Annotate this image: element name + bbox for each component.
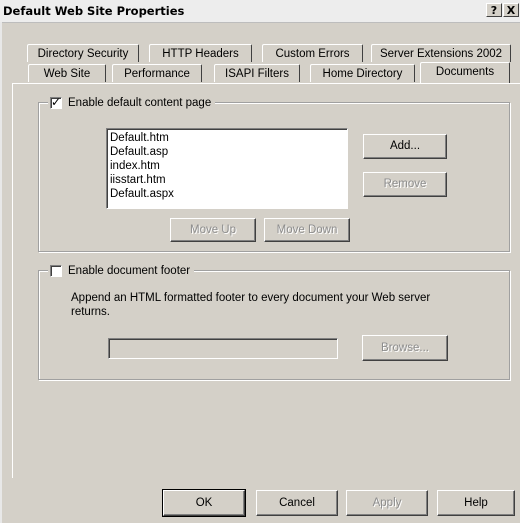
ok-button[interactable]: OK <box>162 489 246 517</box>
default-documents-list[interactable]: Default.htm Default.asp index.htm iissta… <box>106 128 348 209</box>
tab-directory-security[interactable]: Directory Security <box>27 44 139 62</box>
tab-http-headers[interactable]: HTTP Headers <box>149 44 252 62</box>
enable-document-footer-label: Enable document footer <box>68 265 191 277</box>
document-footer-group <box>38 270 510 380</box>
checkbox-box <box>50 265 62 277</box>
tab-documents[interactable]: Documents <box>420 62 510 83</box>
help-button[interactable]: Help <box>437 490 515 516</box>
window-title: Default Web Site Properties <box>3 4 185 18</box>
enable-document-footer-checkbox[interactable]: Enable document footer <box>48 264 195 278</box>
checkbox-box: ✓ <box>50 95 62 109</box>
checkmark-icon: ✓ <box>51 95 62 109</box>
list-item[interactable]: iisstart.htm <box>110 173 347 187</box>
move-up-button[interactable]: Move Up <box>170 218 256 242</box>
add-button[interactable]: Add... <box>363 134 447 159</box>
tab-performance[interactable]: Performance <box>112 64 202 82</box>
list-item[interactable]: Default.asp <box>110 145 347 159</box>
cancel-button[interactable]: Cancel <box>256 490 338 516</box>
remove-button[interactable]: Remove <box>363 172 447 197</box>
move-down-button[interactable]: Move Down <box>264 218 350 242</box>
list-item[interactable]: Default.htm <box>110 131 347 145</box>
tab-home-directory[interactable]: Home Directory <box>310 64 415 82</box>
list-item[interactable]: index.htm <box>110 159 347 173</box>
window-left-edge <box>0 22 2 523</box>
apply-button[interactable]: Apply <box>346 490 428 516</box>
footer-description: Append an HTML formatted footer to every… <box>71 292 431 318</box>
title-bar[interactable]: Default Web Site Properties ? X <box>0 0 520 23</box>
tab-isapi-filters[interactable]: ISAPI Filters <box>214 64 300 82</box>
enable-default-content-checkbox[interactable]: ✓ Enable default content page <box>48 95 216 110</box>
enable-default-content-label: Enable default content page <box>68 97 212 109</box>
help-icon[interactable]: ? <box>486 3 502 17</box>
properties-dialog: Default Web Site Properties ? X Director… <box>0 0 520 523</box>
tab-web-site[interactable]: Web Site <box>28 64 106 82</box>
footer-path-field[interactable] <box>108 338 338 359</box>
tab-custom-errors[interactable]: Custom Errors <box>262 44 363 62</box>
tab-server-extensions-2002[interactable]: Server Extensions 2002 <box>371 44 511 62</box>
list-item[interactable]: Default.aspx <box>110 187 347 201</box>
close-icon[interactable]: X <box>503 3 519 17</box>
browse-button[interactable]: Browse... <box>362 335 448 361</box>
